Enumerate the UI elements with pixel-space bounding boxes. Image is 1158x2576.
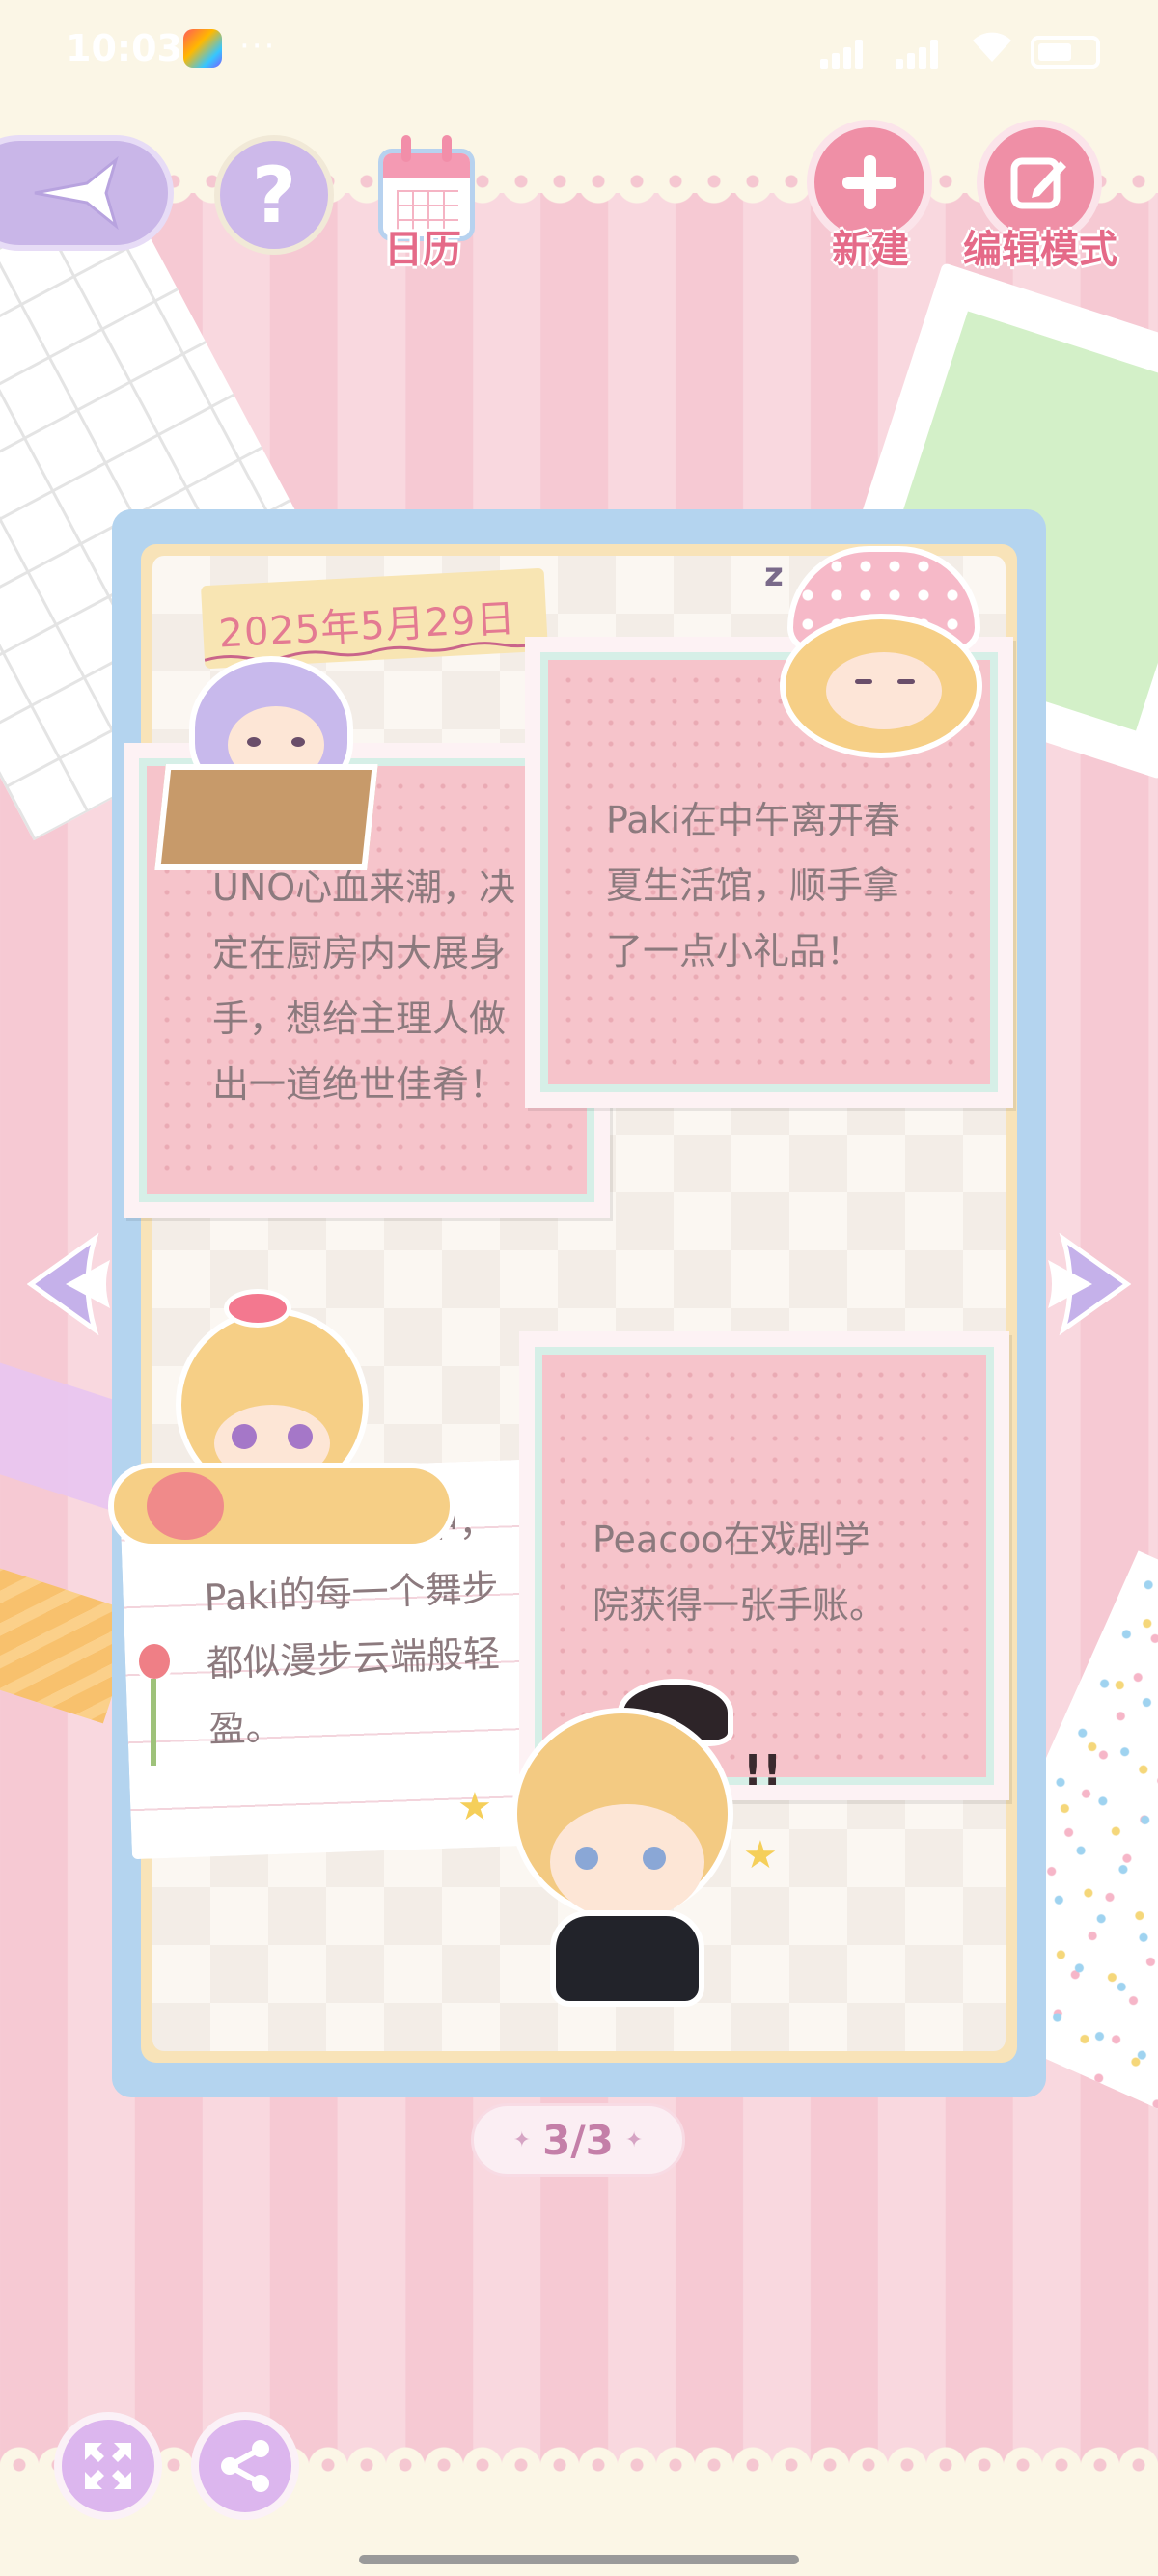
character-sticker-sleeping-girl: z bbox=[758, 546, 1011, 778]
back-star-icon bbox=[34, 155, 119, 231]
next-arrow-icon bbox=[1048, 1232, 1132, 1336]
signal-icon bbox=[896, 36, 953, 69]
help-button[interactable]: ? bbox=[214, 135, 334, 255]
entry-text-line: 出一道绝世佳肴！ bbox=[212, 1063, 507, 1106]
entry-text-line: 夏生活馆，顺手拿 bbox=[606, 864, 900, 907]
battery-icon bbox=[1031, 35, 1100, 69]
character-sticker-box-cat bbox=[154, 648, 392, 870]
home-indicator[interactable] bbox=[359, 2555, 799, 2564]
game-app-icon bbox=[183, 29, 222, 68]
entry-text-line: Paki的每一个舞步 bbox=[203, 1566, 500, 1620]
signal-icon bbox=[820, 36, 878, 69]
page-number: 3/3 bbox=[542, 2116, 614, 2164]
status-bar: 10:03 ··· bbox=[0, 0, 1158, 96]
flower-sticker bbox=[125, 1640, 183, 1775]
share-icon bbox=[221, 2440, 269, 2492]
back-button[interactable] bbox=[0, 135, 174, 251]
next-page-button[interactable] bbox=[1025, 1231, 1132, 1337]
pager-sparkle: ✦ bbox=[512, 2127, 532, 2152]
plus-icon bbox=[842, 155, 896, 209]
entry-text-line: Paki在中午离开春 bbox=[606, 799, 901, 841]
fullscreen-button[interactable] bbox=[54, 2412, 162, 2520]
share-button[interactable] bbox=[191, 2412, 299, 2520]
page-indicator: ✦ 3/3 ✦ bbox=[471, 2103, 685, 2177]
edit-mode-label: 编辑模式 bbox=[963, 228, 1117, 272]
entry-text-line: 定在厨房内大展身 bbox=[212, 932, 507, 974]
bottom-dots bbox=[0, 2455, 1158, 2475]
wifi-icon bbox=[971, 31, 1013, 72]
pager-sparkle: ✦ bbox=[624, 2127, 644, 2152]
calendar-label: 日历 bbox=[384, 228, 461, 272]
entry-text-line: Peacoo在戏剧学 bbox=[593, 1519, 870, 1561]
fullscreen-icon bbox=[85, 2443, 131, 2489]
prev-arrow-icon bbox=[26, 1232, 110, 1336]
prev-page-button[interactable] bbox=[26, 1231, 133, 1337]
edit-icon bbox=[1010, 157, 1066, 209]
character-sticker-dancing-girl bbox=[108, 1289, 455, 1559]
new-label: 新建 bbox=[832, 228, 909, 272]
help-icon: ? bbox=[251, 150, 297, 240]
entry-text-line: 手，想给主理人做 bbox=[212, 998, 507, 1040]
entry-text-line: 院获得一张手账。 bbox=[593, 1584, 887, 1627]
character-sticker-boy: ★ ★ !! bbox=[454, 1679, 801, 2016]
status-time: 10:03 bbox=[66, 27, 182, 69]
more-notifications-indicator: ··· bbox=[239, 27, 277, 66]
entry-text-line: 了一点小礼品！ bbox=[606, 930, 864, 973]
